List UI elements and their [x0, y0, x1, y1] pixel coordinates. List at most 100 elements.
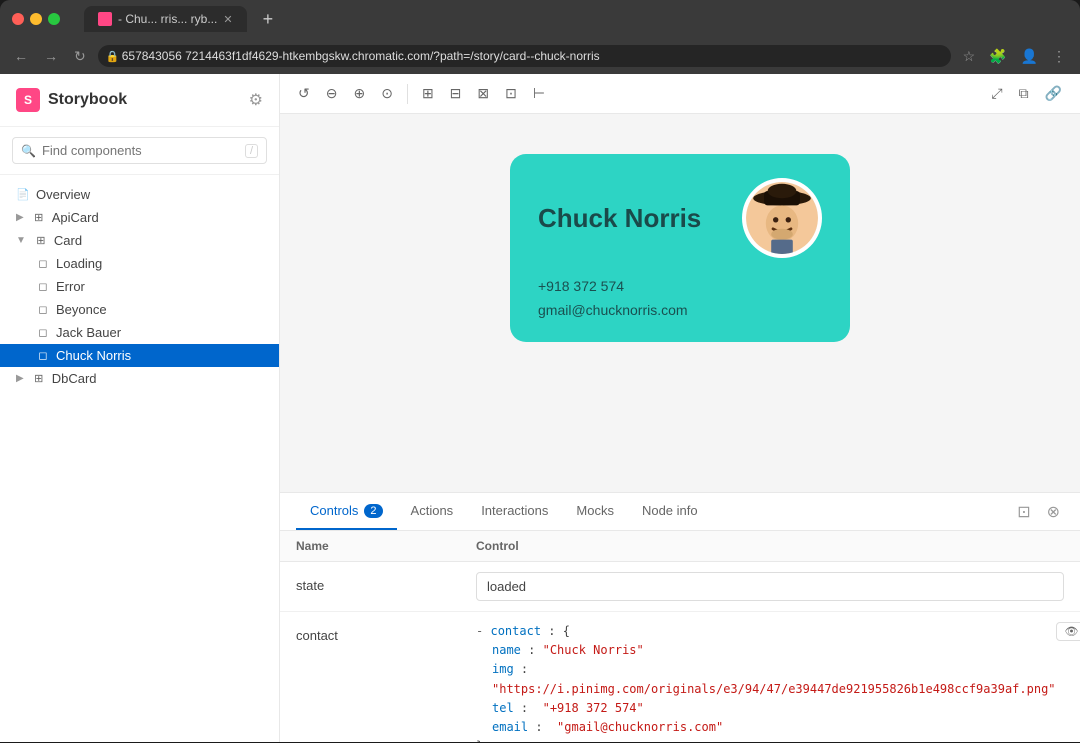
minimize-button[interactable] — [30, 13, 42, 25]
apicard-label: ApiCard — [52, 210, 99, 225]
expand-icon: ▶ — [16, 373, 24, 384]
address-bar-wrapper: 🔒 — [98, 45, 951, 67]
json-line-4: tel : "+918 372 574" — [476, 699, 1056, 718]
loading-label: Loading — [56, 256, 102, 271]
beyonce-icon: ◻ — [36, 303, 50, 317]
sidebar-title: Storybook — [48, 91, 127, 109]
panel-tabs: Controls 2 Actions Interactions Mocks No… — [280, 493, 1080, 531]
main-content: ↺ ⊖ ⊕ ⊙ ⊞ ⊟ ⊠ ⊡ ⊢ ⤢ ⧉ 🔗 Chuck Norris — [280, 74, 1080, 742]
tab-favicon — [98, 12, 112, 26]
beyonce-label: Beyonce — [56, 302, 107, 317]
tab-interactions[interactable]: Interactions — [467, 493, 562, 530]
new-window-button[interactable]: ⧉ — [1013, 81, 1035, 106]
bookmark-button[interactable]: ☆ — [959, 46, 980, 67]
state-input[interactable] — [476, 572, 1064, 601]
sidebar-logo: S Storybook — [16, 88, 127, 112]
view-button[interactable]: ⊡ — [499, 81, 523, 106]
search-box: 🔍 / — [12, 137, 267, 164]
contact-control: - contact : { name : "Chuck Norris" img … — [476, 622, 1080, 742]
card-component: Chuck Norris — [510, 154, 850, 342]
zoom-fit-button[interactable]: ⊙ — [375, 81, 399, 106]
json-line-3: img : "https://i.pinimg.com/originals/e3… — [476, 660, 1056, 698]
error-label: Error — [56, 279, 85, 294]
tab-title: - Chu... rris... ryb... — [118, 12, 217, 26]
separator — [407, 84, 408, 104]
menu-button[interactable]: ⋮ — [1048, 46, 1070, 67]
card-avatar — [742, 178, 822, 258]
canvas-area: Chuck Norris — [280, 114, 1080, 492]
search-input[interactable] — [42, 143, 239, 158]
controls-table-header: Name Control — [280, 531, 1080, 562]
controls-badge: 2 — [364, 504, 382, 518]
zoom-out-button[interactable]: ⊖ — [320, 81, 344, 106]
link-button[interactable]: 🔗 — [1039, 81, 1068, 106]
loading-icon: ◻ — [36, 257, 50, 271]
panel-tab-actions: ⊡ ⊗ — [1013, 498, 1064, 526]
lock-icon: 🔒 — [106, 50, 120, 63]
tab-controls-label: Controls — [310, 503, 358, 518]
card-icon: ⊞ — [34, 234, 48, 248]
sidebar-item-beyonce[interactable]: ◻ Beyonce — [0, 298, 279, 321]
layout-button[interactable]: ⊟ — [444, 81, 468, 106]
tab-node-info[interactable]: Node info — [628, 493, 712, 530]
avatar-svg — [746, 178, 818, 258]
sidebar-item-dbcard[interactable]: ▶ ⊞ DbCard — [0, 367, 279, 390]
back-button[interactable]: ← — [10, 46, 32, 66]
json-line-2: name : "Chuck Norris" — [476, 641, 1056, 660]
json-line-5: email : "gmail@chucknorris.com" — [476, 718, 1056, 737]
grid-button[interactable]: ⊞ — [416, 81, 440, 106]
tab-mocks-label: Mocks — [576, 503, 614, 518]
toolbar-actions: ☆ 🧩 👤 ⋮ — [959, 46, 1070, 67]
card-email: gmail@chucknorris.com — [538, 302, 822, 318]
tab-close-icon[interactable]: ✕ — [223, 13, 232, 26]
forward-button[interactable]: → — [40, 46, 62, 66]
tab-actions-label: Actions — [411, 503, 454, 518]
overview-label: Overview — [36, 187, 90, 202]
address-bar[interactable] — [98, 45, 951, 67]
extensions-button[interactable]: 🧩 — [985, 46, 1010, 67]
zoom-in-button[interactable]: ⊕ — [347, 81, 371, 106]
panel-layout-button[interactable]: ⊡ — [1013, 498, 1034, 526]
card-label: Card — [54, 233, 82, 248]
reset-button[interactable]: ↺ — [292, 81, 316, 106]
sidebar-item-overview[interactable]: 📄 Overview — [0, 183, 279, 206]
browser-toolbar: ← → ↻ 🔒 ☆ 🧩 👤 ⋮ — [0, 38, 1080, 74]
traffic-lights — [12, 13, 60, 25]
canvas-toolbar: ↺ ⊖ ⊕ ⊙ ⊞ ⊟ ⊠ ⊡ ⊢ ⤢ ⧉ 🔗 — [280, 74, 1080, 114]
apicard-icon: ⊞ — [32, 211, 46, 225]
panel-close-button[interactable]: ⊗ — [1043, 498, 1064, 526]
sidebar-item-error[interactable]: ◻ Error — [0, 275, 279, 298]
settings-icon[interactable]: ⚙ — [249, 90, 263, 110]
state-control — [476, 572, 1064, 601]
sidebar-item-jack-bauer[interactable]: ◻ Jack Bauer — [0, 321, 279, 344]
sidebar-item-chuck-norris[interactable]: ◻ Chuck Norris — [0, 344, 279, 367]
tab-mocks[interactable]: Mocks — [562, 493, 628, 530]
tab-controls[interactable]: Controls 2 — [296, 493, 397, 530]
eye-button[interactable]: 👁 — [1056, 622, 1080, 641]
panel-button[interactable]: ⊢ — [527, 81, 551, 106]
storybook-logo-icon: S — [16, 88, 40, 112]
card-tel: +918 372 574 — [538, 278, 822, 294]
tab-interactions-label: Interactions — [481, 503, 548, 518]
search-shortcut: / — [245, 144, 258, 158]
tab-actions[interactable]: Actions — [397, 493, 468, 530]
chuck-norris-icon: ◻ — [36, 349, 50, 363]
bottom-panel: Controls 2 Actions Interactions Mocks No… — [280, 492, 1080, 742]
profile-button[interactable]: 👤 — [1017, 46, 1042, 67]
toggle-button[interactable]: ⊠ — [471, 81, 495, 106]
sidebar-item-loading[interactable]: ◻ Loading — [0, 252, 279, 275]
sidebar-item-apicard[interactable]: ▶ ⊞ ApiCard — [0, 206, 279, 229]
close-button[interactable] — [12, 13, 24, 25]
jack-bauer-icon: ◻ — [36, 326, 50, 340]
sidebar-header: S Storybook ⚙ — [0, 74, 279, 127]
maximize-button[interactable] — [48, 13, 60, 25]
card-header: Chuck Norris — [538, 178, 822, 258]
sidebar-item-card[interactable]: ▼ ⊞ Card — [0, 229, 279, 252]
new-tab-button[interactable]: + — [255, 9, 282, 30]
reload-button[interactable]: ↻ — [70, 46, 90, 67]
fullscreen-button[interactable]: ⤢ — [985, 81, 1008, 106]
browser-tab[interactable]: - Chu... rris... ryb... ✕ — [84, 6, 247, 32]
error-icon: ◻ — [36, 280, 50, 294]
dbcard-label: DbCard — [52, 371, 97, 386]
controls-table: Name Control state contact — [280, 531, 1080, 742]
